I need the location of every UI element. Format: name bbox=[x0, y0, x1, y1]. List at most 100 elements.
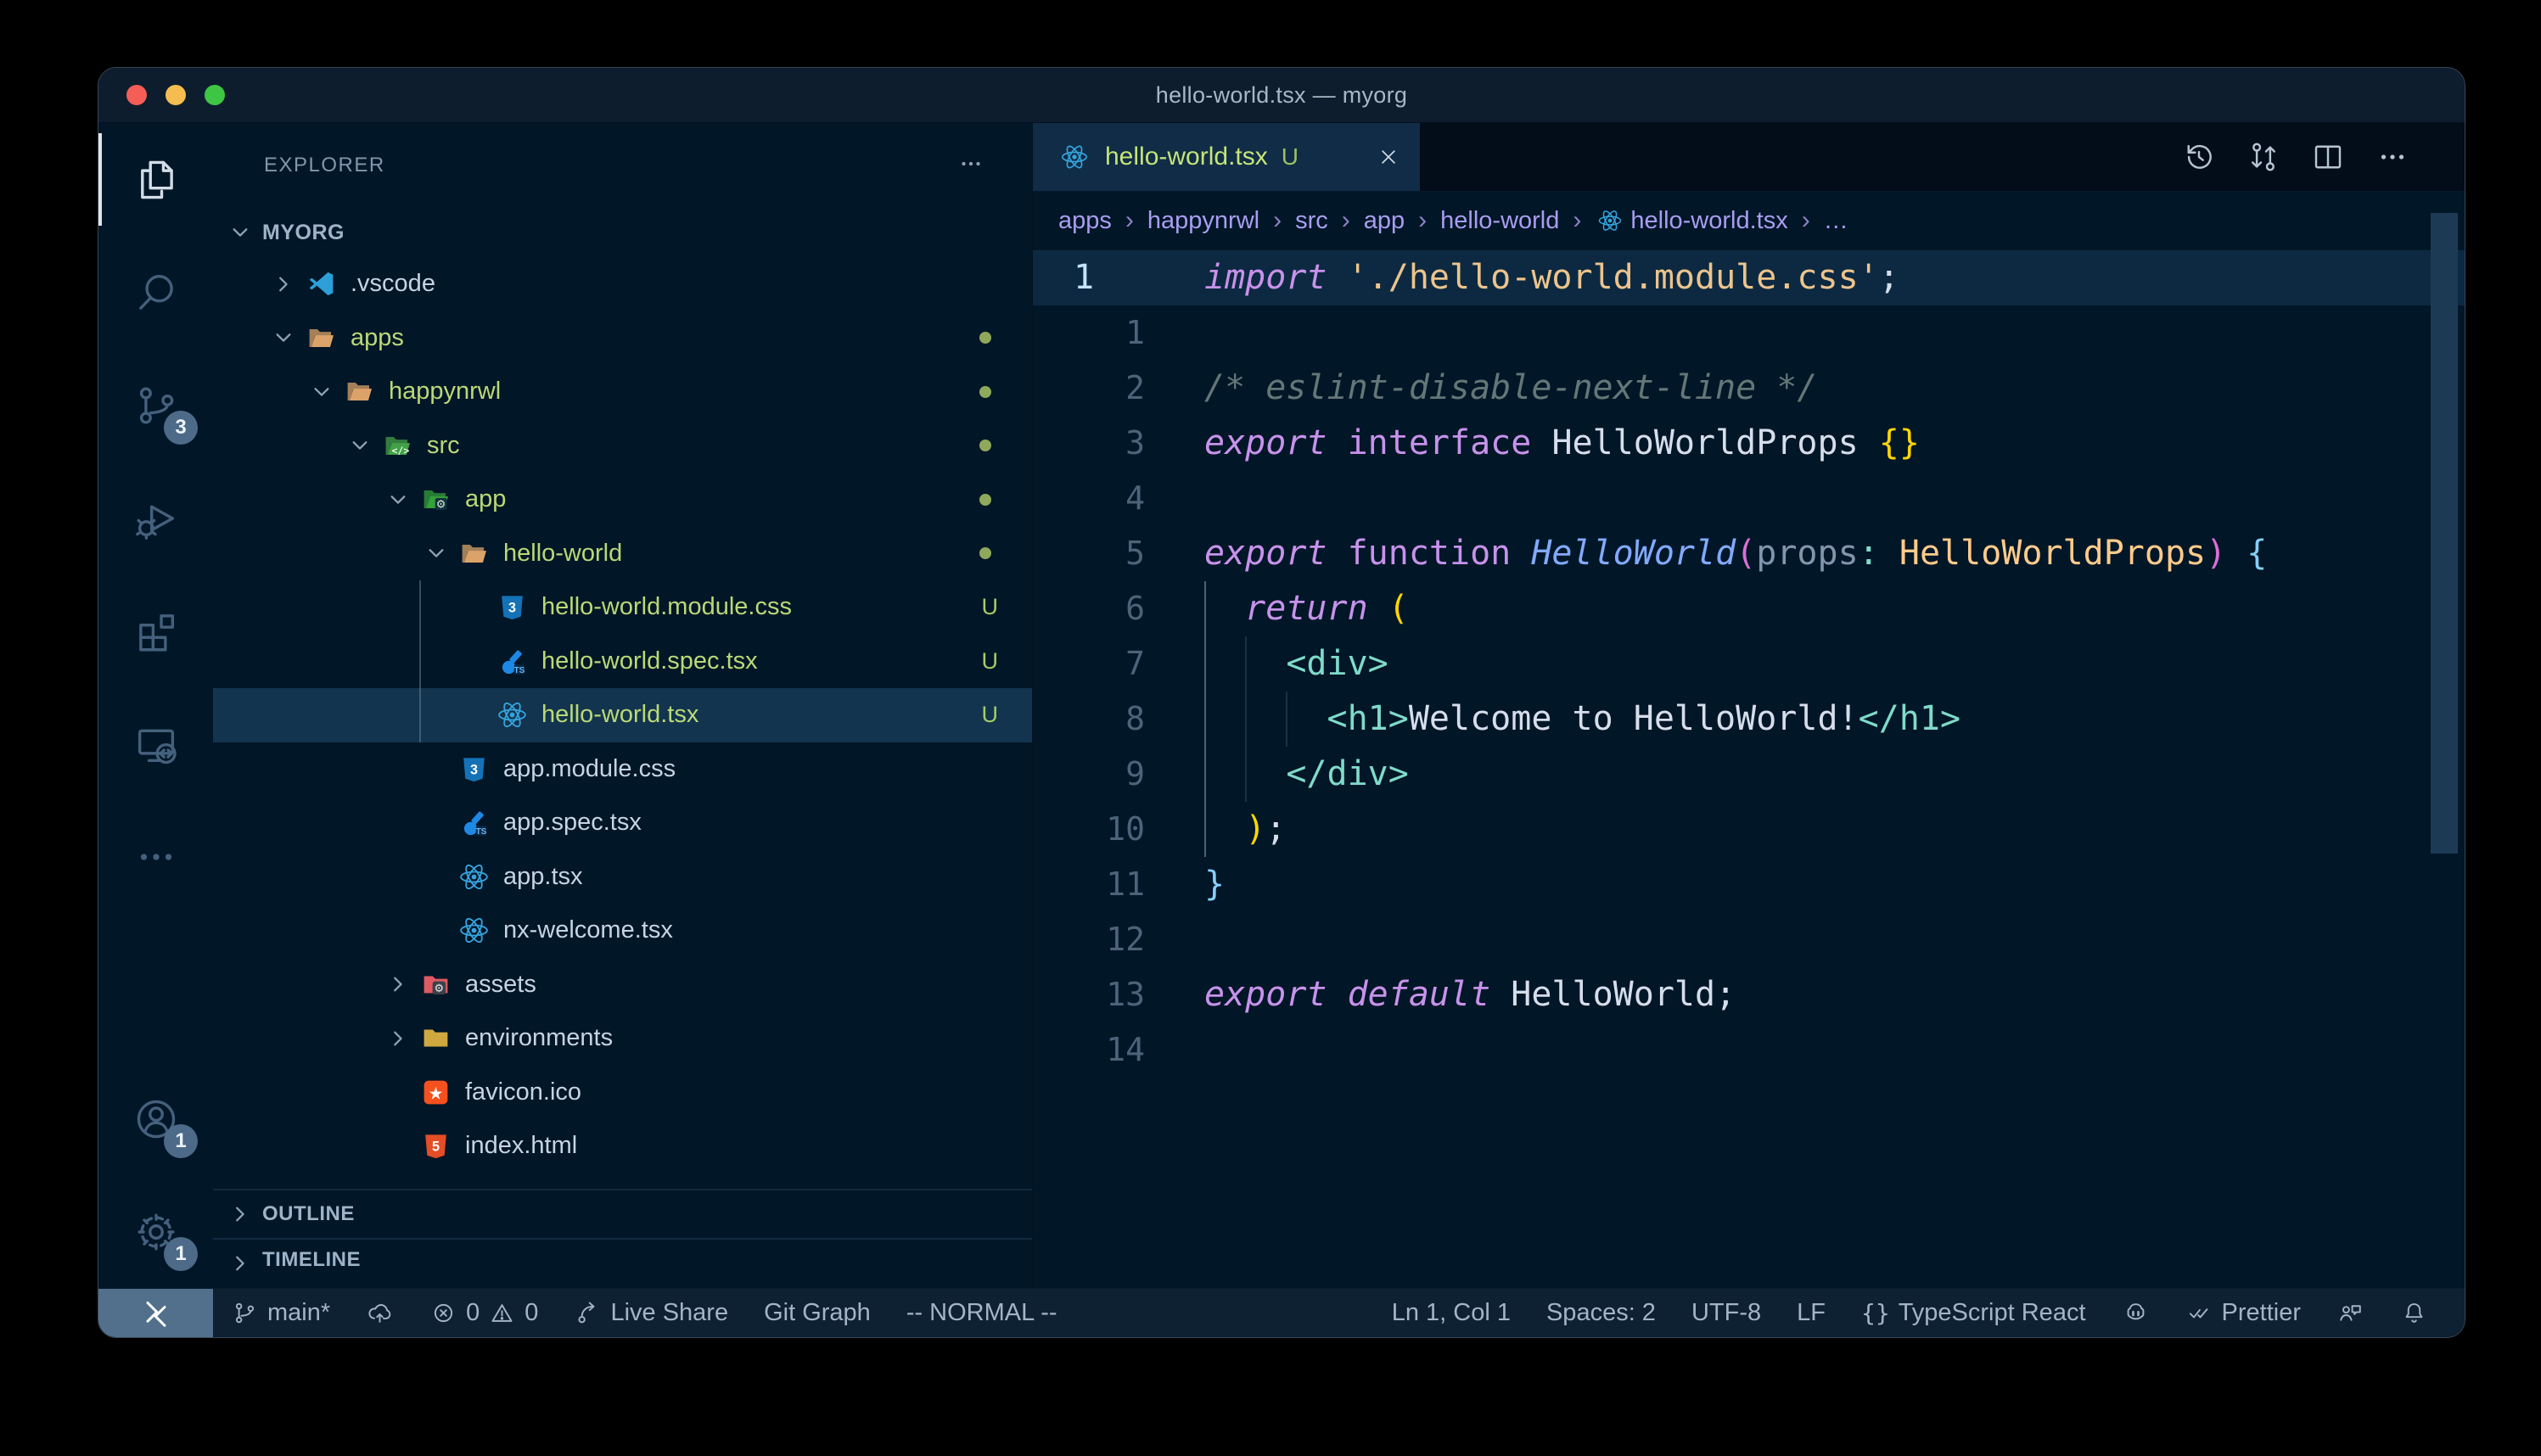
zoom-button[interactable] bbox=[205, 85, 225, 105]
gutter: 6 bbox=[1033, 581, 1204, 636]
more-actions-button[interactable] bbox=[2375, 139, 2410, 175]
status-notifications[interactable] bbox=[2382, 1289, 2446, 1337]
code-line[interactable]: 3export interface HelloWorldProps {} bbox=[1033, 416, 2465, 471]
open-changes-button[interactable] bbox=[2246, 139, 2281, 175]
tree-file-app.tsx[interactable]: app.tsx bbox=[213, 850, 1032, 904]
tree-item-label: src bbox=[427, 432, 460, 460]
breadcrumb-item-happynrwl[interactable]: happynrwl bbox=[1147, 207, 1259, 235]
status-cursor-position[interactable]: Ln 1, Col 1 bbox=[1374, 1289, 1529, 1337]
tree-file-app.spec.tsx[interactable]: TSapp.spec.tsx bbox=[213, 796, 1032, 850]
tree-folder-hello-world[interactable]: hello-world bbox=[213, 527, 1032, 581]
close-icon[interactable] bbox=[1376, 144, 1401, 170]
open-timeline-button[interactable] bbox=[2181, 139, 2217, 175]
ellipsis-icon bbox=[132, 832, 181, 882]
git-modified-dot bbox=[979, 386, 991, 398]
status-language-mode[interactable]: {}TypeScript React bbox=[1843, 1289, 2104, 1337]
panel-outline[interactable]: OUTLINE bbox=[213, 1189, 1032, 1238]
code-line[interactable]: 8 <h1>Welcome to HelloWorld!</h1> bbox=[1033, 692, 2465, 747]
tree-folder-.vscode[interactable]: .vscode bbox=[213, 257, 1032, 311]
status-git-branch[interactable]: main* bbox=[213, 1289, 348, 1337]
status-indentation[interactable]: Spaces: 2 bbox=[1529, 1289, 1674, 1337]
folder-src-icon: </> bbox=[379, 427, 417, 465]
status-sync-changes[interactable] bbox=[348, 1289, 412, 1337]
code-line[interactable]: 1import './hello-world.module.css'; bbox=[1033, 250, 2465, 305]
tree-file-nx-welcome.tsx[interactable]: nx-welcome.tsx bbox=[213, 904, 1032, 958]
code-line[interactable]: 5export function HelloWorld(props: Hello… bbox=[1033, 526, 2465, 581]
workspace-root-row[interactable]: MYORG bbox=[213, 208, 1032, 257]
close-button[interactable] bbox=[126, 85, 147, 105]
status-feedback[interactable] bbox=[2319, 1289, 2382, 1337]
breadcrumb-item-app[interactable]: app bbox=[1364, 207, 1405, 235]
code-line[interactable]: 10 ); bbox=[1033, 802, 2465, 857]
code-text: export default HelloWorld; bbox=[1204, 967, 1736, 1022]
code-text: <h1>Welcome to HelloWorld!</h1> bbox=[1204, 692, 1960, 747]
code-line[interactable]: 7 <div> bbox=[1033, 636, 2465, 692]
code-text: /* eslint-disable-next-line */ bbox=[1204, 361, 1817, 416]
panel-timeline[interactable]: TIMELINE bbox=[213, 1238, 1032, 1289]
breadcrumb-item-hello-world[interactable]: hello-world bbox=[1440, 207, 1559, 235]
breadcrumb-item-hello-world.tsx[interactable]: hello-world.tsx bbox=[1595, 202, 1787, 240]
title-bar[interactable]: hello-world.tsx — myorg bbox=[98, 68, 2465, 123]
folder-app-icon: ⚙ bbox=[417, 480, 455, 518]
activity-search[interactable] bbox=[98, 236, 213, 349]
status-eol[interactable]: LF bbox=[1779, 1289, 1843, 1337]
activity-explorer[interactable] bbox=[98, 123, 213, 236]
tree-file-hello-world.tsx[interactable]: hello-world.tsxU bbox=[213, 688, 1032, 742]
breadcrumb-item-src[interactable]: src bbox=[1295, 207, 1328, 235]
activity-run-debug[interactable] bbox=[98, 462, 213, 574]
status-prettier[interactable]: Prettier bbox=[2168, 1289, 2319, 1337]
svg-text:5: 5 bbox=[432, 1140, 440, 1155]
remote-indicator[interactable] bbox=[98, 1289, 213, 1337]
code-editor[interactable]: 1import './hello-world.module.css';12/* … bbox=[1033, 250, 2465, 1288]
code-line[interactable]: 14 bbox=[1033, 1022, 2465, 1078]
tree-file-hello-world.spec.tsx[interactable]: TShello-world.spec.tsxU bbox=[213, 635, 1032, 689]
tree-folder-assets[interactable]: ⚙assets bbox=[213, 958, 1032, 1012]
code-line[interactable]: 6 return ( bbox=[1033, 581, 2465, 636]
editor-actions bbox=[2181, 123, 2465, 191]
tree-file-index.html[interactable]: 5index.html bbox=[213, 1119, 1032, 1173]
tree-folder-happynrwl[interactable]: happynrwl bbox=[213, 365, 1032, 419]
status-vim-mode[interactable]: -- NORMAL -- bbox=[889, 1289, 1075, 1337]
tree-file-favicon.ico[interactable]: ★favicon.ico bbox=[213, 1066, 1032, 1120]
breadcrumb-item-apps[interactable]: apps bbox=[1058, 207, 1112, 235]
tree-item-label: app bbox=[465, 485, 506, 513]
git-modified-badge: U bbox=[982, 702, 999, 728]
activity-settings[interactable]: 1 bbox=[98, 1175, 213, 1288]
status-live-share[interactable]: Live Share bbox=[556, 1289, 746, 1337]
line-number-relative: 3 bbox=[1125, 416, 1145, 471]
breadcrumb-item-[interactable]: … bbox=[1824, 207, 1848, 235]
activity-more-views[interactable] bbox=[98, 800, 213, 913]
tab-hello-world-tsx[interactable]: hello-world.tsx U bbox=[1033, 123, 1420, 191]
tree-folder-environments[interactable]: environments bbox=[213, 1011, 1032, 1066]
tree-file-hello-world.module.css[interactable]: 3hello-world.module.cssU bbox=[213, 580, 1032, 635]
activity-accounts[interactable]: 1 bbox=[98, 1062, 213, 1175]
status-copilot[interactable] bbox=[2104, 1289, 2168, 1337]
minimize-button[interactable] bbox=[165, 85, 186, 105]
code-line[interactable]: 11} bbox=[1033, 857, 2465, 912]
editor-scrollbar[interactable] bbox=[2431, 213, 2458, 854]
code-text: } bbox=[1204, 857, 1225, 912]
code-line[interactable]: 12 bbox=[1033, 912, 2465, 967]
code-text: import './hello-world.module.css'; bbox=[1204, 250, 1899, 305]
split-editor-button[interactable] bbox=[2310, 139, 2346, 175]
activity-source-control[interactable]: 3 bbox=[98, 349, 213, 462]
status-git-graph[interactable]: Git Graph bbox=[746, 1289, 889, 1337]
activity-remote-explorer[interactable] bbox=[98, 687, 213, 800]
code-line[interactable]: 9 </div> bbox=[1033, 747, 2465, 802]
code-line[interactable]: 4 bbox=[1033, 471, 2465, 526]
activity-extensions[interactable] bbox=[98, 574, 213, 687]
tab-label: hello-world.tsx bbox=[1105, 143, 1268, 171]
status-encoding[interactable]: UTF-8 bbox=[1674, 1289, 1779, 1337]
tree-file-app.module.css[interactable]: 3app.module.css bbox=[213, 742, 1032, 797]
breadcrumb-label: happynrwl bbox=[1147, 207, 1259, 235]
code-line[interactable]: 1 bbox=[1033, 305, 2465, 361]
code-line[interactable]: 13export default HelloWorld; bbox=[1033, 967, 2465, 1022]
code-line[interactable]: 2/* eslint-disable-next-line */ bbox=[1033, 361, 2465, 416]
views-and-more-actions-icon[interactable] bbox=[956, 149, 985, 182]
search-icon bbox=[132, 268, 181, 317]
status-problems[interactable]: 00 bbox=[412, 1289, 556, 1337]
tree-folder-src[interactable]: </> src bbox=[213, 419, 1032, 473]
css-icon: 3 bbox=[455, 750, 493, 788]
tree-folder-app[interactable]: ⚙ app bbox=[213, 473, 1032, 527]
tree-folder-apps[interactable]: apps bbox=[213, 311, 1032, 366]
